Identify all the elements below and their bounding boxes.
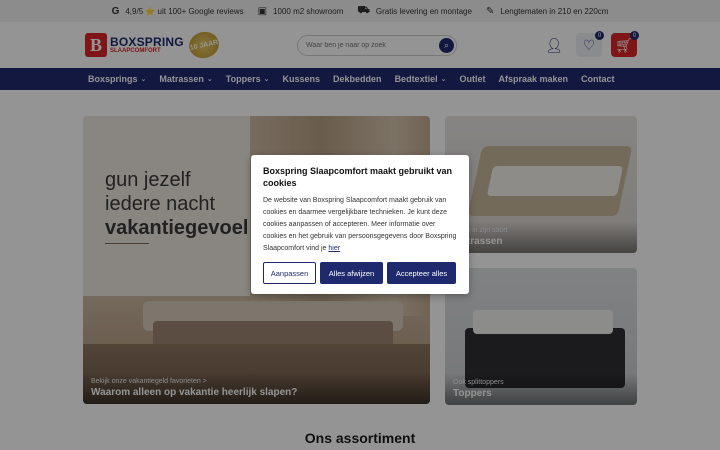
cookie-dialog-actions: Aanpassen Alles afwijzen Accepteer alles (263, 262, 456, 284)
accept-all-button[interactable]: Accepteer alles (387, 262, 456, 284)
cookie-dialog-title: Boxspring Slaapcomfort maakt gebruikt va… (263, 166, 453, 188)
reject-all-button[interactable]: Alles afwijzen (320, 262, 383, 284)
cookie-dialog-text: De website van Boxspring Slaapcomfort ma… (263, 197, 457, 252)
cookie-consent-dialog: Boxspring Slaapcomfort maakt gebruikt va… (251, 155, 469, 294)
customize-cookies-button[interactable]: Aanpassen (263, 262, 316, 284)
cookie-dialog-body: De website van Boxspring Slaapcomfort ma… (263, 195, 457, 255)
cookie-info-link[interactable]: hier (328, 245, 340, 252)
